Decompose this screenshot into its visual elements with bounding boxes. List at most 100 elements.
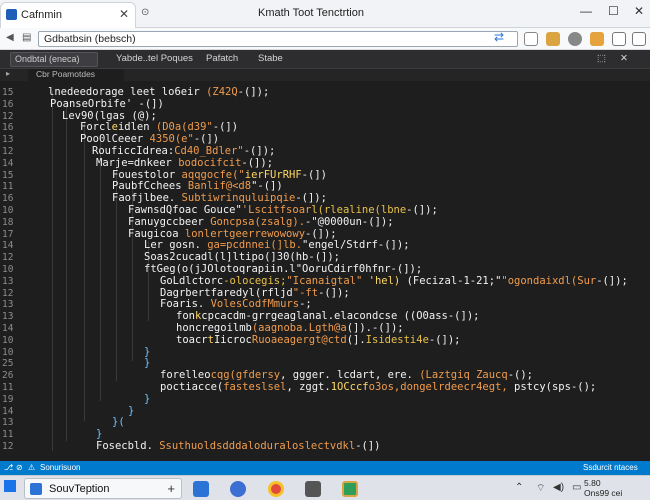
page-icon[interactable] bbox=[524, 32, 538, 46]
warnings-icon[interactable]: ⚠ bbox=[28, 463, 35, 472]
code-token: (]). bbox=[346, 322, 372, 334]
panel-icon[interactable]: ⬚ bbox=[597, 53, 606, 64]
maximize-icon[interactable]: ☐ bbox=[608, 4, 619, 18]
minimize-icon[interactable]: — bbox=[580, 4, 592, 18]
bookmark-icon[interactable] bbox=[590, 32, 604, 46]
app-icon bbox=[30, 483, 42, 495]
code-line[interactable]: Dagrbertfaredyl(rfljd"-ft-(]); bbox=[160, 287, 350, 299]
code-line[interactable]: } bbox=[128, 405, 134, 417]
speaker-icon[interactable]: ◀) bbox=[553, 482, 564, 493]
grid-icon[interactable] bbox=[632, 32, 646, 46]
code-token: lonlertgeerrewowowy bbox=[184, 227, 306, 240]
line-number: 11 bbox=[2, 382, 14, 393]
battery-icon[interactable]: ▭ bbox=[572, 482, 581, 493]
code-line[interactable]: honcregoilmb(aagnoba.Lgth@a(]).-(]); bbox=[176, 322, 404, 334]
code-line[interactable]: Fanuygccbeer Goncpsa(zsalg).-"@0000un-(]… bbox=[128, 216, 394, 228]
file-tab[interactable]: Cbr Poamotdes bbox=[28, 69, 124, 81]
branch-icon[interactable]: ⎇ bbox=[4, 463, 13, 472]
new-window-icon[interactable]: + bbox=[167, 481, 175, 496]
forward-icon[interactable]: ▤ bbox=[22, 32, 31, 43]
code-token: ierFUrRHF bbox=[244, 168, 302, 181]
line-number: 16 bbox=[2, 98, 14, 110]
errors-icon[interactable]: ⊘ bbox=[16, 463, 23, 472]
clock[interactable]: 5.80 Ons99 cei bbox=[584, 478, 622, 498]
code-line[interactable]: PoanseOrbife' -(]) bbox=[50, 98, 164, 110]
code-line[interactable]: lnedeedorage leet lo6eir (Z42Q-(]); bbox=[48, 86, 269, 98]
code-line[interactable]: Fosecbld. Ssuthuoldsdddaloduraloslectvdk… bbox=[96, 440, 380, 452]
code-token: -(]); bbox=[428, 333, 461, 346]
store-icon[interactable] bbox=[305, 481, 321, 497]
settings-icon[interactable] bbox=[568, 32, 582, 46]
code-token: Lev90(lg bbox=[62, 109, 113, 122]
code-token: -(]) bbox=[301, 168, 327, 181]
code-line[interactable]: ftGeg(o(jJOlotoqrapiin.l"OoruCdirf0hfnr-… bbox=[144, 263, 422, 275]
code-editor[interactable]: 15 16 12 16 13 12 14 15 11 16 10 18 17 14 12 10 13 12 13 13… bbox=[0, 81, 650, 461]
extensions-icon[interactable] bbox=[612, 32, 626, 46]
taskbar-app-label: SouvTeption bbox=[49, 483, 110, 495]
chevron-up-icon[interactable]: ⌃ bbox=[515, 482, 523, 493]
code-line[interactable]: forelleocqg(gfdersy, ggger. lcdart, ere.… bbox=[160, 369, 533, 381]
close-icon[interactable]: ✕ bbox=[119, 7, 129, 21]
code-line[interactable]: Poo0lCeeer 4350(e"-(]) bbox=[80, 133, 219, 145]
code-line[interactable]: Faugicoa lonlertgeerrewowowy-(]); bbox=[128, 228, 337, 240]
code-token: } bbox=[96, 428, 103, 441]
line-number-gutter: 15 16 12 16 13 12 14 15 11 16 10 18 17 14 12 10 13 12 13 13… bbox=[0, 81, 22, 461]
code-line[interactable]: toacrtIicrocRuoaeagergt@ctd(].Isidesti4e… bbox=[176, 334, 461, 346]
code-token: toacr bbox=[176, 333, 208, 346]
indent-guide bbox=[84, 121, 85, 421]
new-tab-icon[interactable]: ⊙ bbox=[141, 7, 149, 18]
address-text: Gdbatbsin (bebsch) bbox=[44, 33, 136, 45]
code-token: as (@); bbox=[112, 109, 157, 122]
code-line[interactable]: Ler gosn. ga=pcdnnei(]lb."engel/Stdrf-(]… bbox=[144, 239, 410, 251]
indent-guide bbox=[66, 101, 67, 441]
taskbar-app-button[interactable]: SouvTeption + bbox=[24, 478, 182, 499]
code-line[interactable]: PaubfCchees Banlif@<d8"-(]) bbox=[112, 180, 283, 192]
code-line[interactable]: fonkcpcacdm-grrgeaglanal.elacondcse ((O0… bbox=[176, 310, 479, 322]
close-icon[interactable]: ✕ bbox=[620, 53, 628, 64]
code-line[interactable]: } bbox=[96, 428, 102, 440]
code-line[interactable]: Fouestolor aqqgocfe("ierFUrRHF-(]) bbox=[112, 169, 327, 181]
code-token: o3os,dongelrdeecr4egt, bbox=[368, 381, 508, 393]
code-token: (Z42Q bbox=[206, 86, 238, 98]
address-input[interactable]: Gdbatbsin (bebsch) bbox=[38, 31, 518, 47]
close-window-icon[interactable]: ✕ bbox=[634, 4, 644, 18]
code-token: -(]); bbox=[361, 215, 394, 228]
code-token: Ssuthuoldsdddaloduraloslectvdkl bbox=[159, 440, 356, 452]
menu-item[interactable]: Yabde..tel Poques bbox=[116, 53, 193, 64]
status-right[interactable]: Ssdurcit ntaces bbox=[583, 463, 638, 472]
code-line[interactable]: Foaris. VolesCodfMmurs-; bbox=[160, 298, 312, 310]
code-line[interactable]: GoLdlctorc-olocegis;"Icanaigtal" 'hel) (… bbox=[160, 275, 628, 287]
browser-tab[interactable]: Cafnmin ✕ bbox=[0, 2, 136, 28]
edge-icon[interactable] bbox=[230, 481, 246, 497]
chrome-icon[interactable] bbox=[268, 481, 284, 497]
status-left[interactable]: Sonurisuon bbox=[40, 463, 80, 472]
line-number: 19 bbox=[2, 393, 14, 405]
explorer-icon[interactable]: ▸ bbox=[6, 69, 10, 78]
app-shortcut-icon[interactable] bbox=[342, 481, 358, 497]
code-line[interactable]: poctiacce(fasteslsel, zggt.1OCccfo3os,do… bbox=[160, 381, 596, 393]
code-line[interactable]: Forcleidlen (D0a(d39"-(]) bbox=[80, 121, 238, 133]
menu-item[interactable]: Pafatch bbox=[206, 53, 238, 64]
windows-start-icon[interactable] bbox=[4, 480, 16, 492]
wifi-icon[interactable]: ⌔ bbox=[536, 482, 545, 495]
code-line[interactable]: }( bbox=[112, 416, 125, 428]
code-line[interactable]: FawnsdQfoac Gouce"'Lscitfsoarl(rlealine(… bbox=[128, 204, 438, 216]
code-line[interactable]: RouficcIdrea:Cd40_Bdler"-(]); bbox=[92, 145, 275, 157]
sync-icon[interactable]: ⇄ bbox=[494, 30, 504, 44]
code-line[interactable]: } bbox=[144, 393, 150, 405]
folder-icon[interactable] bbox=[546, 32, 560, 46]
code-token: Ler gosn. bbox=[144, 239, 208, 252]
back-icon[interactable]: ◀ bbox=[6, 32, 14, 43]
code-line[interactable]: Soas2cucadl(l]ltipo(]30(hb-(]); bbox=[144, 251, 340, 263]
code-token: Subtiwrinquluipqie bbox=[181, 192, 296, 205]
code-line[interactable]: } bbox=[144, 346, 150, 358]
code-line[interactable]: } bbox=[144, 357, 150, 369]
code-line[interactable]: Lev90(lgas (@); bbox=[62, 110, 157, 122]
code-line[interactable]: Marje=dnkeer bodocifcit-(]); bbox=[96, 157, 273, 169]
code-token: -(]) bbox=[355, 440, 381, 452]
editor-window-tab[interactable]: Ondbtal (eneca) bbox=[10, 52, 98, 67]
code-line[interactable]: Faofjlbee. Subtiwrinquluipqie-(]); bbox=[112, 192, 327, 204]
tab-title: Cafnmin bbox=[21, 9, 62, 21]
menu-item[interactable]: Stabe bbox=[258, 53, 283, 64]
file-explorer-icon[interactable] bbox=[193, 481, 209, 497]
